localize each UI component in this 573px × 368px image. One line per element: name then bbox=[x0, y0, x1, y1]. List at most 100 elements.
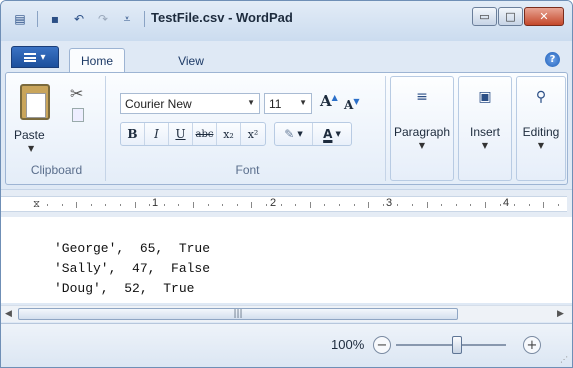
chevron-down-icon: ▼ bbox=[537, 141, 545, 150]
superscript-button[interactable]: x² bbox=[241, 123, 265, 145]
customize-icon[interactable]: ⩡ bbox=[118, 10, 136, 28]
ruler-tick bbox=[295, 204, 297, 206]
minimize-icon: ▭ bbox=[479, 10, 490, 23]
title-bar: ▤ ▪ ↶ ↷ ⩡ TestFile.csv - WordPad ▭ □ ✕ bbox=[1, 1, 572, 41]
highlight-color-button[interactable]: ✎ ▼ bbox=[275, 123, 313, 145]
strikethrough-button[interactable]: abc bbox=[193, 123, 217, 145]
help-icon[interactable]: ? bbox=[545, 52, 560, 67]
ruler-tick bbox=[339, 204, 340, 206]
ruler-tick bbox=[353, 204, 355, 206]
binoculars-icon: ⚲ bbox=[535, 89, 547, 105]
chevron-down-icon: ▼ bbox=[247, 98, 255, 107]
insert-button[interactable]: ▣ Insert ▼ bbox=[458, 76, 512, 181]
wordpad-window: ▤ ▪ ↶ ↷ ⩡ TestFile.csv - WordPad ▭ □ ✕ ▾ bbox=[0, 0, 573, 368]
file-menu-button[interactable]: ▾ bbox=[11, 46, 59, 68]
redo-icon[interactable]: ↷ bbox=[94, 10, 112, 28]
chevron-down-icon: ▼ bbox=[28, 144, 35, 153]
ruler-tick bbox=[397, 204, 399, 206]
horizontal-scrollbar[interactable]: ◀ ||| ▶ bbox=[1, 305, 572, 322]
resize-grip-icon[interactable]: ⋰ bbox=[560, 355, 568, 364]
copy-icon[interactable] bbox=[72, 108, 84, 122]
ruler-tick bbox=[485, 202, 486, 208]
ruler-tick bbox=[251, 202, 253, 208]
ruler-tick bbox=[236, 204, 238, 206]
bold-button[interactable]: B bbox=[121, 123, 145, 145]
cut-icon[interactable]: ✂ bbox=[70, 84, 83, 103]
ruler-tick bbox=[61, 204, 63, 206]
ruler-tick bbox=[207, 204, 209, 206]
ruler-tick bbox=[193, 202, 194, 208]
ruler: ⧖ 1 2 3 4 bbox=[1, 189, 572, 217]
chevron-down-icon: ▼ bbox=[418, 141, 426, 150]
ruler-tick bbox=[368, 202, 370, 208]
chevron-down-icon: ▼ bbox=[481, 141, 489, 150]
zoom-out-button[interactable]: − bbox=[373, 336, 391, 354]
clipboard-group: Paste ▼ ✂ Clipboard bbox=[8, 76, 106, 181]
zoom-slider-thumb[interactable] bbox=[451, 336, 462, 354]
ruler-tick bbox=[514, 204, 516, 206]
indent-marker-icon[interactable]: ⧖ bbox=[33, 199, 40, 210]
chevron-down-icon: ▼ bbox=[335, 130, 341, 138]
editing-button[interactable]: ⚲ Editing ▼ bbox=[516, 76, 566, 181]
font-color-button[interactable]: A ▼ bbox=[313, 123, 351, 145]
font-family-select[interactable]: Courier New ▼ bbox=[120, 93, 260, 114]
subscript-button[interactable]: x₂ bbox=[217, 123, 241, 145]
window-controls: ▭ □ ✕ bbox=[471, 7, 564, 26]
italic-button[interactable]: I bbox=[145, 123, 169, 145]
ruler-tick bbox=[105, 204, 107, 206]
underline-button[interactable]: U bbox=[169, 123, 193, 145]
ruler-tick bbox=[412, 204, 413, 206]
maximize-button[interactable]: □ bbox=[498, 7, 523, 26]
ruler-tick bbox=[178, 204, 180, 206]
minimize-button[interactable]: ▭ bbox=[472, 7, 497, 26]
paste-label: Paste bbox=[14, 128, 45, 142]
close-icon: ✕ bbox=[539, 10, 549, 23]
editing-label: Editing bbox=[522, 125, 560, 139]
ruler-tick bbox=[470, 204, 472, 206]
clipboard-icon bbox=[20, 84, 50, 120]
ruler-tick bbox=[499, 204, 501, 206]
grip-icon: ||| bbox=[233, 309, 243, 319]
plus-icon: + bbox=[526, 337, 538, 353]
ruler-tick bbox=[309, 202, 311, 208]
menu-icon bbox=[24, 52, 37, 62]
ribbon-tabs: ▾ Home View ? bbox=[1, 41, 572, 73]
toolbar-separator bbox=[144, 11, 145, 27]
window-title: TestFile.csv - WordPad bbox=[151, 10, 293, 25]
ruler-mark: 1 bbox=[152, 197, 159, 209]
quick-access-toolbar: ▤ ▪ ↶ ↷ ⩡ bbox=[11, 9, 147, 29]
document-area[interactable]: 'George', 65, True 'Sally', 47, False 'D… bbox=[1, 217, 572, 303]
ruler-strip: ⧖ 1 2 3 4 bbox=[1, 196, 567, 212]
clipboard-group-label: Clipboard bbox=[30, 163, 83, 177]
scrollbar-thumb[interactable]: ||| bbox=[18, 308, 458, 320]
ruler-tick bbox=[324, 204, 326, 206]
ruler-tick bbox=[280, 204, 282, 206]
save-icon[interactable]: ▪ bbox=[46, 10, 64, 28]
ruler-tick bbox=[134, 202, 136, 208]
scroll-right-icon[interactable]: ▶ bbox=[557, 309, 564, 319]
paragraph-label: Paragraph bbox=[393, 125, 451, 139]
ruler-mark: 4 bbox=[503, 197, 510, 209]
shrink-font-icon: A bbox=[344, 98, 354, 112]
toolbar-separator bbox=[37, 11, 38, 27]
tab-home[interactable]: Home bbox=[69, 48, 125, 73]
app-menu-icon[interactable]: ▤ bbox=[11, 10, 29, 28]
ruler-tick bbox=[222, 204, 224, 206]
ruler-tick bbox=[149, 204, 151, 206]
undo-icon[interactable]: ↶ bbox=[70, 10, 88, 28]
highlighter-icon: ✎ bbox=[284, 127, 295, 141]
ruler-mark: 3 bbox=[386, 197, 393, 209]
zoom-in-button[interactable]: + bbox=[523, 336, 541, 354]
ruler-tick bbox=[382, 204, 384, 206]
shrink-font-button[interactable]: A▼ bbox=[344, 96, 359, 112]
ruler-tick bbox=[558, 204, 559, 206]
font-group: Courier New ▼ 11 ▼ A▲ A▼ B I U abc x₂ x²… bbox=[110, 76, 386, 181]
font-size-select[interactable]: 11 ▼ bbox=[264, 93, 312, 114]
font-family-value: Courier New bbox=[125, 97, 192, 111]
paragraph-button[interactable]: ≡ Paragraph ▼ bbox=[390, 76, 454, 181]
ruler-tick bbox=[426, 202, 428, 208]
grow-font-button[interactable]: A▲ bbox=[320, 92, 338, 110]
scroll-left-icon[interactable]: ◀ bbox=[5, 309, 12, 319]
close-button[interactable]: ✕ bbox=[524, 7, 564, 26]
tab-view[interactable]: View bbox=[169, 48, 213, 73]
